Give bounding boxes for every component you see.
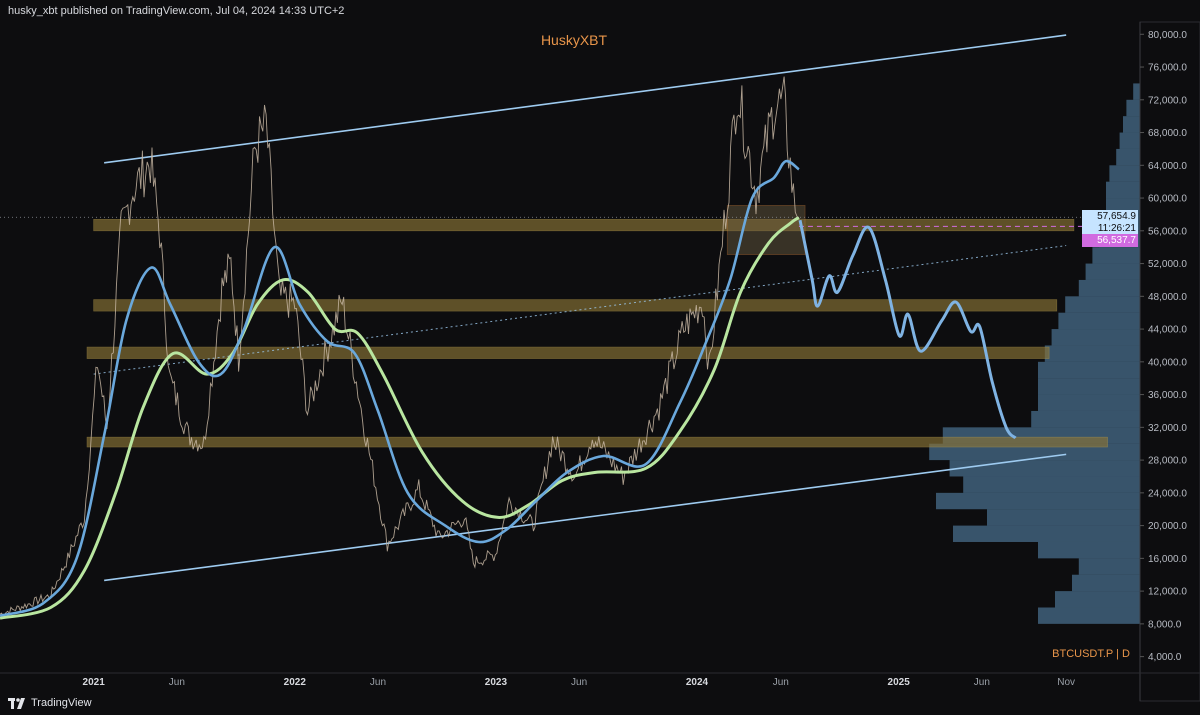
price-tick-label: 24,000.0 — [1148, 488, 1187, 499]
price-tick-label: 72,000.0 — [1148, 95, 1187, 106]
time-tick-label: 2021 — [83, 677, 106, 688]
volume-profile-bar — [949, 460, 1140, 477]
footer-bar: TradingView — [0, 691, 1200, 715]
volume-profile-bar — [1092, 247, 1140, 264]
volume-profile-bar — [1116, 148, 1140, 166]
volume-profile-bar — [1119, 132, 1140, 149]
time-tick-label: 2022 — [284, 677, 307, 688]
volume-profile-bar — [1123, 116, 1140, 133]
time-tick-label: 2023 — [485, 677, 508, 688]
time-tick-label: Nov — [1057, 677, 1075, 688]
volume-profile-bar — [1106, 181, 1140, 199]
price-tick-label: 8,000.0 — [1148, 619, 1182, 630]
price-tick-label: 52,000.0 — [1148, 259, 1187, 270]
price-tick-label: 28,000.0 — [1148, 456, 1187, 467]
time-tick-label: Jun — [773, 677, 789, 688]
tradingview-logo-icon — [8, 697, 25, 709]
symbol-watermark: BTCUSDT.P | D — [1052, 648, 1130, 660]
tradingview-brand: TradingView — [31, 697, 92, 709]
volume-profile-bar — [1038, 541, 1140, 559]
price-tick-label: 60,000.0 — [1148, 194, 1187, 205]
volume-profile-bar — [953, 525, 1140, 542]
time-tick-label: Jun — [974, 677, 990, 688]
support-zone — [93, 219, 1075, 232]
volume-profile-bar — [1038, 378, 1140, 395]
reference-price-tag: 56,537.7 — [1082, 234, 1138, 247]
price-chart[interactable]: 80,000.0 76,000.0 72,000.0 68,000.0 64,000.0… — [0, 0, 1200, 715]
time-tick-label: Jun — [571, 677, 587, 688]
time-tick-label: 2024 — [686, 677, 709, 688]
volume-profile-bar — [1044, 345, 1140, 362]
time-tick-label: 2025 — [888, 677, 911, 688]
volume-profile-bar — [1078, 558, 1140, 575]
volume-profile-bar — [1055, 591, 1140, 608]
price-tick-label: 80,000.0 — [1148, 30, 1187, 41]
price-tick-label: 32,000.0 — [1148, 423, 1187, 434]
price-tick-label: 64,000.0 — [1148, 161, 1187, 172]
price-tick-label: 16,000.0 — [1148, 554, 1187, 565]
volume-profile-bar — [1031, 410, 1140, 428]
volume-profile-bar — [1109, 165, 1140, 182]
price-tick-label: 68,000.0 — [1148, 128, 1187, 139]
tradingview-logo[interactable]: TradingView — [8, 695, 92, 711]
volume-profile-bar — [936, 492, 1140, 510]
volume-profile-bar — [1038, 394, 1140, 411]
price-tick-label: 56,000.0 — [1148, 226, 1187, 237]
price-tick-label: 20,000.0 — [1148, 521, 1187, 532]
price-tick-label: 40,000.0 — [1148, 357, 1187, 368]
volume-profile-bar — [963, 476, 1140, 493]
volume-profile-bar — [1051, 329, 1140, 346]
author-watermark: HuskyXBT — [541, 32, 608, 48]
volume-profile-bar — [1038, 607, 1140, 624]
volume-profile-bar — [1072, 574, 1140, 592]
volume-profile-bar — [1133, 83, 1140, 100]
price-tick-label: 76,000.0 — [1148, 63, 1187, 74]
volume-profile-bar — [987, 509, 1140, 526]
volume-profile-bar — [1126, 99, 1140, 117]
price-tick-label: 48,000.0 — [1148, 292, 1187, 303]
support-zone — [93, 299, 1058, 312]
time-tick-label: Jun — [370, 677, 386, 688]
volume-profile-bar — [1085, 263, 1140, 280]
volume-profile-bar — [1058, 312, 1140, 330]
price-tick-label: 44,000.0 — [1148, 325, 1187, 336]
volume-profile-bar — [1065, 296, 1140, 313]
price-tick-label: 36,000.0 — [1148, 390, 1187, 401]
volume-profile-bar — [1038, 361, 1140, 379]
time-tick-label: Jun — [169, 677, 185, 688]
volume-profile-bar — [1078, 279, 1140, 297]
price-tick-label: 4,000.0 — [1148, 652, 1182, 663]
price-tick-label: 12,000.0 — [1148, 587, 1187, 598]
